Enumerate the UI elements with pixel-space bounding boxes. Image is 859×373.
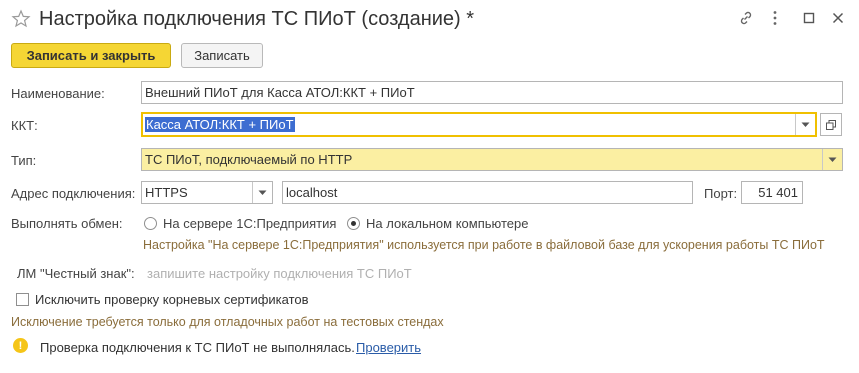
type-dropdown-button[interactable] <box>822 149 842 170</box>
lm-label: ЛМ "Честный знак": <box>17 266 135 281</box>
radio-server[interactable] <box>144 217 157 230</box>
port-field[interactable]: 51 401 <box>741 181 803 204</box>
host-value: localhost <box>286 185 338 200</box>
maximize-icon[interactable] <box>800 9 818 27</box>
open-window-icon <box>826 119 836 130</box>
type-field[interactable]: ТС ПИоТ, подключаемый по HTTP <box>141 148 843 171</box>
host-field[interactable]: localhost <box>282 181 693 204</box>
kkt-dropdown-button[interactable] <box>795 114 815 135</box>
status-text: Проверка подключения к ТС ПИоТ не выполн… <box>40 340 355 355</box>
exclude-cert-checkbox[interactable] <box>16 293 29 306</box>
exchange-hint: Настройка "На сервере 1С:Предприятия" ис… <box>143 238 825 252</box>
exchange-label: Выполнять обмен: <box>11 216 123 231</box>
lm-placeholder-text: запишите настройку подключения ТС ПИоТ <box>147 266 412 281</box>
type-label: Тип: <box>11 153 37 168</box>
port-value: 51 401 <box>758 185 798 200</box>
kkt-open-button[interactable] <box>820 113 842 136</box>
radio-local[interactable] <box>347 217 360 230</box>
type-value: ТС ПИоТ, подключаемый по HTTP <box>145 152 353 167</box>
name-field[interactable]: Внешний ПИоТ для Касса АТОЛ:ККТ + ПИоТ <box>141 81 843 104</box>
save-and-close-button[interactable]: Записать и закрыть <box>11 43 171 68</box>
chevron-down-icon <box>258 190 267 195</box>
more-options-icon[interactable] <box>766 9 784 27</box>
close-icon[interactable] <box>829 9 847 27</box>
name-value: Внешний ПИоТ для Касса АТОЛ:ККТ + ПИоТ <box>145 85 415 100</box>
address-label: Адрес подключения: <box>11 186 136 201</box>
kkt-field[interactable]: Касса АТОЛ:ККТ + ПИоТ <box>141 112 817 137</box>
kkt-value: Касса АТОЛ:ККТ + ПИоТ <box>145 117 295 132</box>
link-icon[interactable] <box>737 9 755 27</box>
protocol-value: HTTPS <box>145 185 188 200</box>
protocol-dropdown-button[interactable] <box>252 182 272 203</box>
favorite-star-icon[interactable] <box>11 9 31 29</box>
window-title: Настройка подключения ТС ПИоТ (создание)… <box>39 8 475 30</box>
radio-local-label[interactable]: На локальном компьютере <box>366 216 529 231</box>
exclude-cert-label[interactable]: Исключить проверку корневых сертификатов <box>35 292 309 307</box>
protocol-select[interactable]: HTTPS <box>141 181 273 204</box>
name-label: Наименование: <box>11 86 105 101</box>
save-button[interactable]: Записать <box>181 43 263 68</box>
radio-server-label[interactable]: На сервере 1С:Предприятия <box>163 216 336 231</box>
exclude-hint: Исключение требуется только для отладочн… <box>11 315 444 329</box>
kkt-label: ККТ: <box>11 118 38 133</box>
chevron-down-icon <box>801 122 810 127</box>
warning-icon: ! <box>13 338 28 353</box>
check-connection-link[interactable]: Проверить <box>356 340 421 355</box>
port-label: Порт: <box>704 186 738 201</box>
chevron-down-icon <box>828 157 837 162</box>
